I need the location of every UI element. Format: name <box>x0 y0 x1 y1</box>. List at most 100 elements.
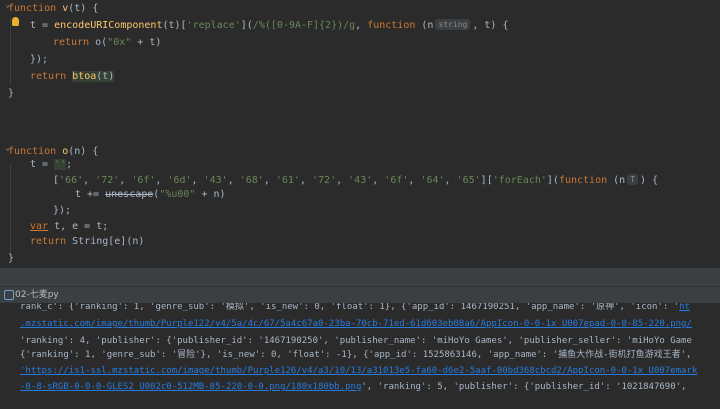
code-text: , <box>408 175 421 186</box>
type-hint: T <box>627 174 639 185</box>
console-text: rank_c': {'ranking': 1, 'genre_sub': '模拟… <box>20 303 680 312</box>
code-text: }); <box>53 205 72 216</box>
console-line: {'ranking': 1, 'genre_sub': '冒险'}, 'is_n… <box>20 347 691 364</box>
console-line: 'https://is1-ssl.mzstatic.com/image/thum… <box>20 363 697 380</box>
code-text: ) { <box>640 175 659 186</box>
code-text: + t) <box>131 37 162 48</box>
keyword: function <box>367 20 416 31</box>
code-text: (t) <box>96 71 115 82</box>
string-literal: '6f' <box>384 175 409 186</box>
code-text: , <box>299 175 313 186</box>
run-config-icon <box>4 290 14 300</box>
keyword: return <box>30 236 67 247</box>
code-text: , <box>227 175 240 186</box>
console-line: .mzstatic.com/image/thumb/Purple122/v4/5… <box>20 316 692 333</box>
string-literal: '66' <box>59 175 84 186</box>
code-text: , <box>444 175 457 186</box>
code-line-14: } <box>8 250 14 267</box>
console-line: -0-8-sRGB-0-0-0-GLES2_U002c0-512MB-85-22… <box>20 379 686 396</box>
keyword: function <box>8 3 57 14</box>
deprecated-function: unescape <box>105 189 154 200</box>
url-link[interactable]: -0-8-sRGB-0-0-0-GLES2_U002c0-512MB-85-22… <box>20 382 361 392</box>
string-literal: '68' <box>239 175 264 186</box>
url-link[interactable]: .mzstatic.com/image/thumb/Purple122/v4/5… <box>20 319 692 329</box>
code-text: ][ <box>480 175 493 186</box>
keyword: return <box>53 37 90 48</box>
console-text: {'ranking': 1, 'genre_sub': '冒险'}, 'is_n… <box>20 350 692 360</box>
string-literal: '61' <box>275 175 300 186</box>
code-line-6: } <box>8 85 14 102</box>
code-line-10: t += unescape("%u00" + n) <box>75 186 226 203</box>
keyword: function <box>558 175 608 186</box>
code-text: }); <box>30 54 49 65</box>
regex-literal: /%([0-9A-F]{2})/g <box>252 20 356 31</box>
code-text: t, e = t; <box>48 221 109 232</box>
url-link[interactable]: ht <box>679 303 690 312</box>
code-text: ]( <box>546 175 559 186</box>
console-output[interactable]: rank_c': {'ranking': 1, 'genre_sub': '模拟… <box>0 303 720 409</box>
code-text: t = <box>30 159 55 170</box>
code-text: } <box>8 253 15 264</box>
keyword: var <box>30 221 49 232</box>
string-literal: "%u00" <box>159 189 196 200</box>
code-text: o( <box>89 37 108 48</box>
string-literal: '' <box>54 159 67 170</box>
code-text: , <box>119 175 132 186</box>
code-line-8: t = ''; <box>30 156 72 173</box>
code-text: , <box>83 175 96 186</box>
code-line-13: return String[e](n) <box>30 233 144 250</box>
indent-guide <box>10 17 11 85</box>
run-tab[interactable]: 02-七麦py <box>15 287 59 303</box>
url-link[interactable]: 'https://is1-ssl.mzstatic.com/image/thum… <box>20 366 697 376</box>
string-literal: '72' <box>95 175 120 186</box>
code-text: String[e](n) <box>66 236 145 247</box>
code-text: , <box>263 175 276 186</box>
function-call: btoa <box>72 71 97 82</box>
string-literal: '43' <box>203 175 228 186</box>
code-line-2: t = encodeURIComponent(t)['replace'](/%(… <box>30 17 508 34</box>
code-line-11: }); <box>53 202 71 219</box>
code-text: t += <box>75 189 106 200</box>
string-literal: '64' <box>420 175 445 186</box>
console-text: ', 'ranking': 5, 'publisher': {'publishe… <box>361 382 687 392</box>
code-text: , <box>155 175 168 186</box>
code-text: , <box>336 175 349 186</box>
string-literal: '6d' <box>167 175 192 186</box>
string-literal: "0x" <box>107 37 132 48</box>
code-line-3: return o("0x" + t) <box>53 34 161 51</box>
string-literal: '65' <box>456 175 481 186</box>
code-text: t = <box>30 20 55 31</box>
panel-splitter[interactable] <box>0 268 720 286</box>
string-literal: 'replace' <box>186 20 241 31</box>
lightbulb-icon[interactable] <box>12 17 19 26</box>
indent-guide <box>10 164 11 255</box>
type-hint: string <box>435 19 471 30</box>
code-text: (t)[ <box>162 20 187 31</box>
string-literal: 'forEach' <box>492 175 547 186</box>
code-line-5: return btoa(t) <box>30 68 115 85</box>
console-line: rank_c': {'ranking': 1, 'genre_sub': '模拟… <box>20 303 690 316</box>
code-text: (n <box>415 20 434 31</box>
code-text: (t) { <box>68 3 99 14</box>
code-editor[interactable]: ⌄ ⌄ function v(t) { t = encodeURICompone… <box>0 0 720 268</box>
string-literal: '6f' <box>131 175 156 186</box>
code-line-1: function v(t) { <box>8 0 98 17</box>
string-literal: '43' <box>348 175 373 186</box>
code-text: ; <box>66 159 73 170</box>
function-call: encodeURIComponent <box>54 20 163 31</box>
code-text: , <box>191 175 204 186</box>
code-line-4: }); <box>30 51 48 68</box>
code-text: ]( <box>240 20 253 31</box>
code-text: (n) { <box>68 146 99 157</box>
code-text: (n <box>607 175 626 186</box>
code-text: } <box>8 88 15 99</box>
hex-array: '66', '72', '6f', '6d', '43', '68', '61'… <box>59 175 481 186</box>
keyword: return <box>30 71 67 82</box>
console-text: 'ranking': 4, 'publisher': {'publisher_i… <box>20 336 692 346</box>
code-text: , <box>372 175 385 186</box>
code-text: , t) { <box>472 20 509 31</box>
run-tool-window-header: 02-七麦py <box>0 286 720 304</box>
string-literal: '72' <box>312 175 337 186</box>
code-text: + n) <box>195 189 226 200</box>
code-text: , <box>355 20 368 31</box>
